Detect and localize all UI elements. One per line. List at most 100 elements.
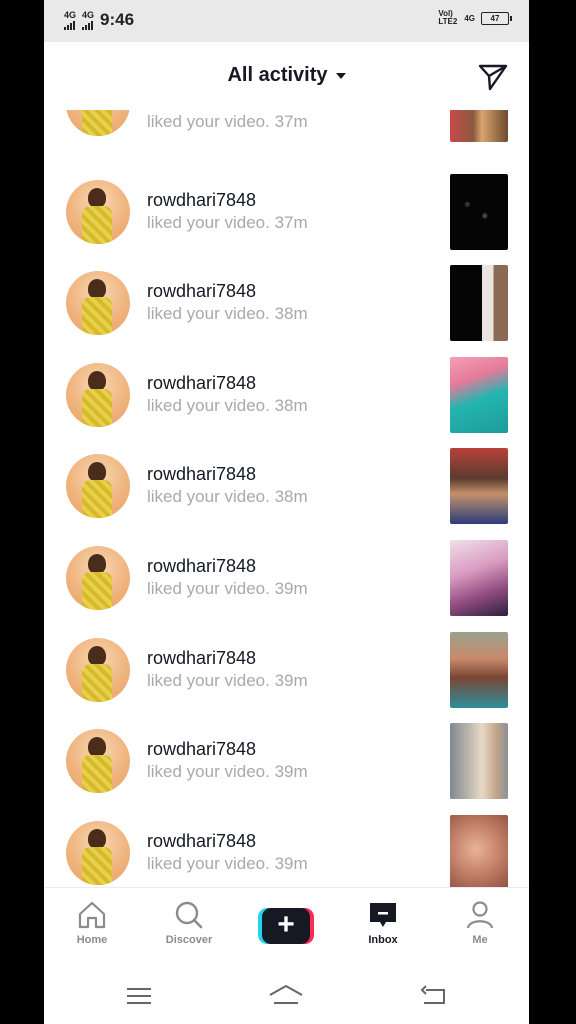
activity-text: liked your video. 38m [147,487,308,507]
menu-icon[interactable] [119,981,159,1011]
activity-text: liked your video. 38m [147,304,308,324]
activity-row[interactable]: rowdhari7848 liked your video. 39m [44,540,529,632]
activity-row[interactable]: rowdhari7848 liked your video. 39m [44,632,529,724]
page-title: All activity [227,64,328,86]
nav-home-label: Home [76,934,108,946]
status-bar: 4G 4G 9:46 Vol) LTE2 4G 47 [44,0,529,42]
header: All activity [44,42,529,110]
activity-row[interactable]: rowdhari7848 liked your video. 37m [44,110,529,184]
activity-time: 37m [274,213,308,232]
activity-text: liked your video. 39m [147,579,308,599]
activity-row[interactable]: rowdhari7848 liked your video. 38m [44,357,529,449]
video-thumbnail[interactable] [450,357,508,433]
status-left: 4G 4G 9:46 [64,10,134,30]
activity-text: liked your video. 37m [147,213,308,233]
home-icon [78,901,106,929]
signal-2: 4G [82,9,95,30]
username[interactable]: rowdhari7848 [147,464,256,485]
nav-discover-label: Discover [165,934,213,946]
inbox-icon [370,903,396,927]
user-avatar[interactable] [66,546,130,610]
activity-filter-dropdown[interactable]: All activity [44,64,529,87]
activity-action: liked your video. [147,304,270,323]
username[interactable]: rowdhari7848 [147,373,256,394]
nav-inbox-label: Inbox [368,934,398,946]
battery-icon: 47 [481,11,512,25]
video-thumbnail[interactable] [450,815,508,887]
activity-action: liked your video. [147,396,270,415]
username[interactable]: rowdhari7848 [147,831,256,852]
caret-down-icon [335,72,346,79]
activity-list[interactable]: rowdhari7848 liked your video. 37m rowdh… [44,110,529,887]
network-label-2: 4G [82,9,95,20]
plus-icon: + [262,908,310,944]
video-thumbnail[interactable] [450,723,508,799]
video-thumbnail[interactable] [450,540,508,616]
activity-action: liked your video. [147,762,270,781]
nav-me-label: Me [472,934,488,946]
username[interactable]: rowdhari7848 [147,281,256,302]
username[interactable]: rowdhari7848 [147,556,256,577]
activity-action: liked your video. [147,213,270,232]
status-time: 9:46 [100,10,135,29]
activity-text: liked your video. 39m [147,854,308,874]
user-avatar[interactable] [66,363,130,427]
activity-time: 39m [274,762,308,781]
activity-text: liked your video. 39m [147,762,308,782]
video-thumbnail[interactable] [450,110,508,142]
user-avatar[interactable] [66,271,130,335]
nav-me[interactable]: Me [440,900,520,946]
user-avatar[interactable] [66,821,130,885]
activity-text: liked your video. 37m [147,112,308,132]
create-video-button[interactable]: + [258,908,314,944]
activity-action: liked your video. [147,579,270,598]
video-thumbnail[interactable] [450,174,508,250]
signal-bars-icon [82,20,94,30]
activity-text: liked your video. 38m [147,396,308,416]
user-avatar[interactable] [66,638,130,702]
activity-row[interactable]: rowdhari7848 liked your video. 38m [44,265,529,357]
username[interactable]: rowdhari7848 [147,190,256,211]
video-thumbnail[interactable] [450,632,508,708]
signal-bars-icon [64,20,75,30]
activity-time: 39m [274,854,308,873]
activity-time: 39m [274,671,308,690]
back-icon[interactable] [414,981,454,1011]
profile-icon [466,901,494,929]
activity-row[interactable]: rowdhari7848 liked your video. 39m [44,815,529,887]
user-avatar[interactable] [66,110,130,136]
activity-time: 37m [274,112,308,131]
video-thumbnail[interactable] [450,448,508,524]
user-avatar[interactable] [66,729,130,793]
nav-discover[interactable]: Discover [149,900,229,946]
home-button-icon[interactable] [266,981,306,1011]
activity-time: 38m [274,487,308,506]
video-thumbnail[interactable] [450,265,508,341]
phone-screen: 4G 4G 9:46 Vol) LTE2 4G 47 All activity [44,0,529,1024]
nav-inbox[interactable]: Inbox [343,900,423,946]
user-avatar[interactable] [66,454,130,518]
network-label-right: 4G [464,13,475,23]
activity-time: 39m [274,579,308,598]
battery-level: 47 [490,13,500,23]
activity-action: liked your video. [147,854,270,873]
search-icon [175,901,203,929]
activity-action: liked your video. [147,487,270,506]
activity-row[interactable]: rowdhari7848 liked your video. 39m [44,723,529,815]
status-right: Vol) LTE2 4G 47 [438,10,512,26]
system-nav-bar [44,969,529,1024]
direct-message-icon[interactable] [477,60,509,92]
user-avatar[interactable] [66,180,130,244]
username[interactable]: rowdhari7848 [147,739,256,760]
bottom-nav: Home Discover + Inbox Me [44,887,529,970]
activity-text: liked your video. 39m [147,671,308,691]
activity-row[interactable]: rowdhari7848 liked your video. 37m [44,174,529,266]
nav-home[interactable]: Home [52,900,132,946]
username[interactable]: rowdhari7848 [147,648,256,669]
activity-action: liked your video. [147,671,270,690]
signal-1: 4G [64,9,77,30]
activity-time: 38m [274,396,308,415]
network-label-1: 4G [64,9,77,20]
activity-time: 38m [274,304,308,323]
activity-row[interactable]: rowdhari7848 liked your video. 38m [44,448,529,540]
